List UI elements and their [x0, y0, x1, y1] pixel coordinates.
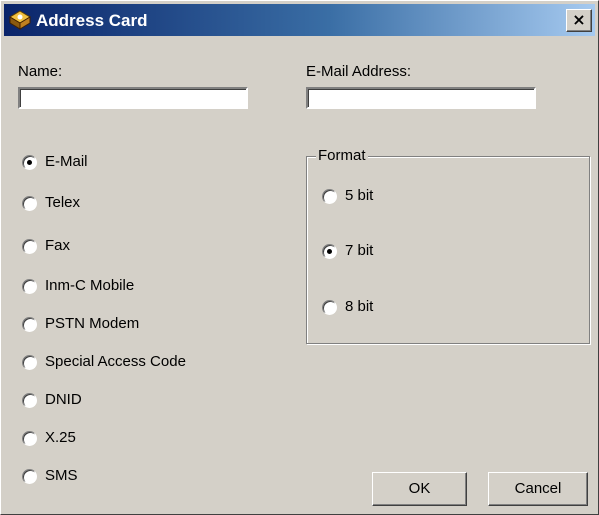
radio-button	[22, 393, 37, 408]
address-card-app-icon	[9, 10, 31, 30]
radio-label: PSTN Modem	[45, 315, 140, 332]
radio-label: Telex	[45, 194, 81, 211]
radio-label: 5 bit	[345, 187, 374, 204]
radio-label: Fax	[45, 237, 71, 254]
name-field[interactable]	[18, 87, 248, 109]
format-group-title: Format	[316, 147, 368, 164]
ok-button[interactable]: OK	[372, 472, 467, 506]
close-button[interactable]: ×	[566, 9, 592, 32]
radio-button	[22, 431, 37, 446]
radio-button	[22, 317, 37, 332]
radio-button-selected	[322, 244, 337, 259]
radio-label: 7 bit	[345, 242, 374, 259]
radio-button	[22, 196, 37, 211]
title-bar[interactable]: Address Card ×	[4, 4, 595, 36]
radio-label: E-Mail	[45, 153, 88, 170]
radio-button	[22, 239, 37, 254]
radio-button	[322, 189, 337, 204]
radio-label: DNID	[45, 391, 82, 408]
radio-button	[22, 279, 37, 294]
radio-button	[22, 469, 37, 484]
radio-label: SMS	[45, 467, 78, 484]
email-address-label: E-Mail Address:	[306, 63, 412, 80]
radio-dot-icon	[27, 160, 32, 165]
radio-button	[322, 300, 337, 315]
radio-label: Inm-C Mobile	[45, 277, 135, 294]
window-title: Address Card	[36, 11, 148, 30]
close-icon: ×	[572, 10, 586, 29]
radio-button	[22, 355, 37, 370]
email-address-field[interactable]	[306, 87, 536, 109]
radio-label: 8 bit	[345, 298, 374, 315]
radio-button-selected	[22, 155, 37, 170]
radio-dot-icon	[327, 249, 332, 254]
radio-label: Special Access Code	[45, 353, 186, 370]
radio-label: X.25	[45, 429, 76, 446]
address-card-dialog: Address Card × Name: E-Mail Address: E-M…	[0, 0, 599, 515]
cancel-button[interactable]: Cancel	[488, 472, 588, 506]
name-label: Name:	[18, 63, 63, 80]
